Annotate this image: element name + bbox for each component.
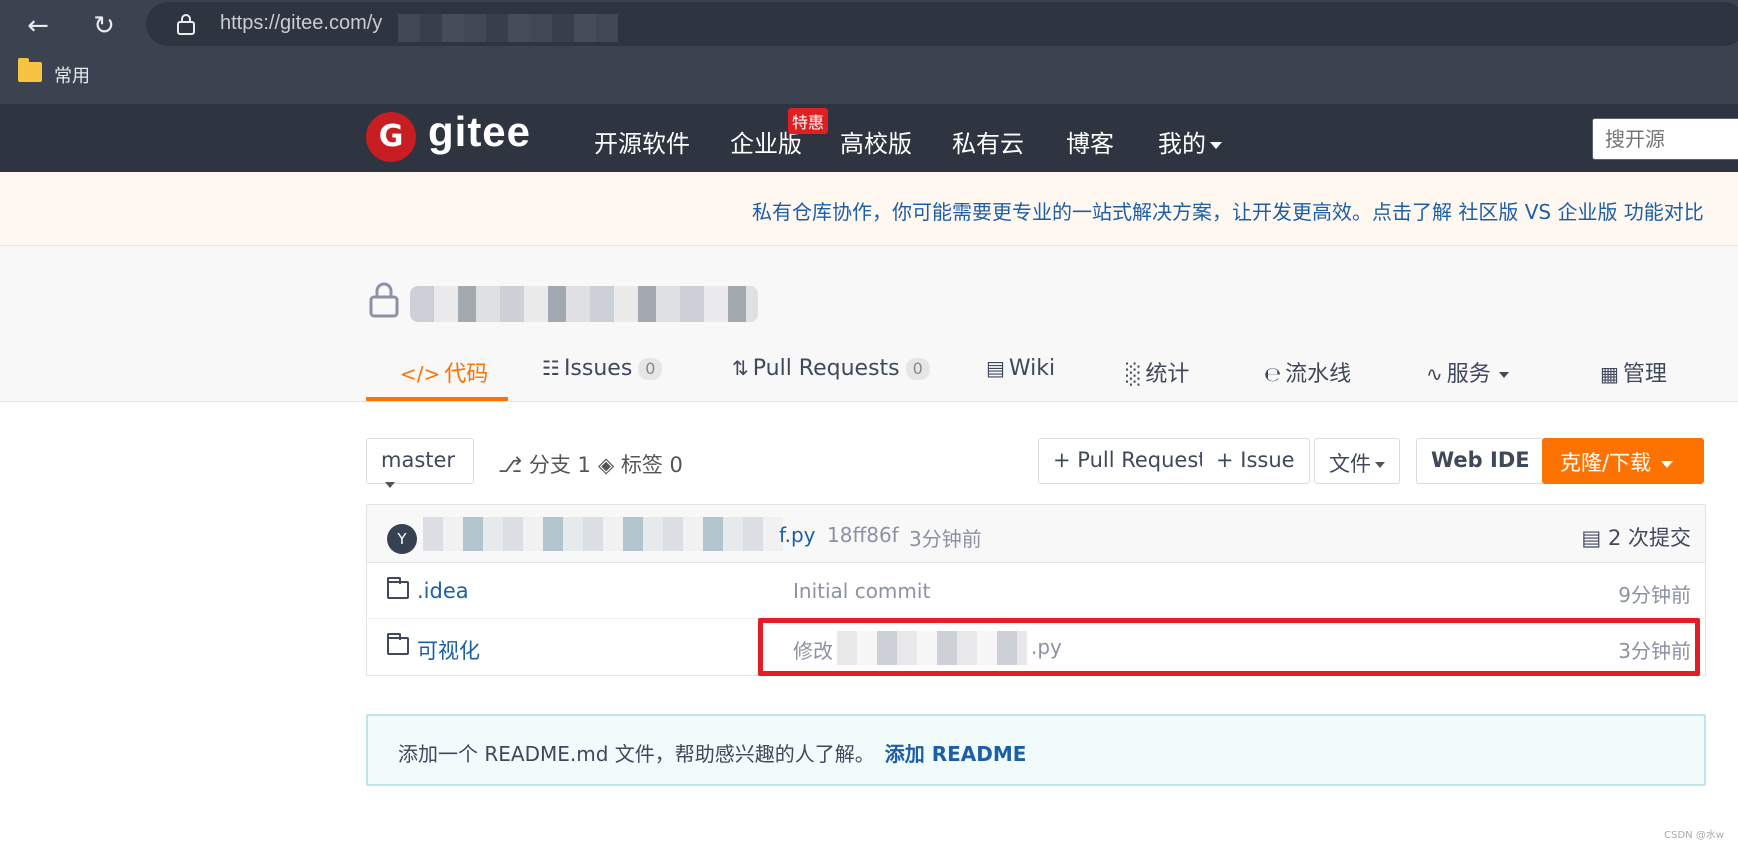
site-header: G gitee 开源软件 企业版 特惠 高校版 私有云 博客 我的 <box>0 104 1738 172</box>
browser-chrome: ← ↻ https://gitee.com/y 常用 <box>0 0 1738 104</box>
chevron-down-icon <box>385 482 395 488</box>
commit-count-label: 2 次提交 <box>1607 526 1691 550</box>
address-bar[interactable] <box>146 2 1738 46</box>
folder-icon <box>387 577 409 599</box>
branch-label: master <box>381 448 456 472</box>
branches-link[interactable]: ⎇ 分支 1 <box>498 449 591 479</box>
nav-education[interactable]: 高校版 <box>840 124 912 159</box>
chevron-down-icon <box>1210 141 1222 149</box>
commit-time: 3分钟前 <box>909 527 982 551</box>
url-text[interactable]: https://gitee.com/y <box>220 12 382 35</box>
folder-icon[interactable] <box>18 58 42 82</box>
tab-pull-requests[interactable]: ⇅ Pull Requests 0 <box>732 356 930 381</box>
repo-header: </> 代码 ☷ Issues 0 ⇅ Pull Requests 0 ▤ Wiki ░ 统计… <box>0 246 1738 402</box>
pull-request-icon: ⇅ <box>732 356 749 380</box>
tab-stats-label: 统计 <box>1145 362 1190 387</box>
tab-pipeline-label: 流水线 <box>1285 362 1352 387</box>
pr-count: 0 <box>905 358 930 380</box>
chevron-down-icon <box>1498 372 1509 378</box>
tag-icon: ◈ <box>598 453 621 477</box>
tab-wiki[interactable]: ▤ Wiki <box>986 356 1055 381</box>
file-menu-label: 文件 <box>1329 452 1371 476</box>
repo-name-redacted[interactable] <box>410 286 758 322</box>
latest-commit-bar: Y f.py 18ff86f 3分钟前 ▤ 2 次提交 <box>367 505 1705 563</box>
code-icon: </> <box>400 362 441 386</box>
file-time: 9分钟前 <box>1618 583 1691 607</box>
file-name-link[interactable]: .idea <box>417 579 469 603</box>
issues-icon: ☷ <box>542 356 560 380</box>
new-pull-request-button[interactable]: + Pull Request <box>1038 438 1222 484</box>
branches-label: 分支 1 <box>528 453 591 477</box>
tab-services-label: 服务 <box>1446 362 1491 387</box>
avatar[interactable]: Y <box>387 524 417 554</box>
tags-label: 标签 0 <box>620 453 683 477</box>
nav-mine[interactable]: 我的 <box>1158 124 1222 159</box>
url-redacted <box>398 14 618 42</box>
file-menu-button[interactable]: 文件 <box>1314 438 1400 484</box>
promo-banner: 私有仓库协作，你可能需要更专业的一站式解决方案，让开发更高效。点击了解 社区版 … <box>0 172 1738 246</box>
file-name-link[interactable]: 可视化 <box>417 635 480 665</box>
document-icon: ▦ <box>1600 362 1619 386</box>
tags-link[interactable]: ◈ 标签 0 <box>598 449 683 479</box>
nav-blog[interactable]: 博客 <box>1066 124 1114 159</box>
promo-badge: 特惠 <box>788 108 829 134</box>
bar-chart-icon: ░ <box>1126 362 1142 386</box>
commit-message-suffix[interactable]: f.py <box>779 523 815 547</box>
search-box[interactable] <box>1592 118 1738 160</box>
web-ide-button[interactable]: Web IDE <box>1416 438 1545 484</box>
private-lock-icon <box>369 282 399 318</box>
chevron-down-icon <box>1375 462 1385 468</box>
clone-download-button[interactable]: 克隆/下载 <box>1542 438 1704 484</box>
commits-icon: ▤ <box>1581 526 1608 550</box>
nav-mine-label: 我的 <box>1158 130 1206 158</box>
pulse-icon: ∿ <box>1426 362 1443 386</box>
nav-private-cloud[interactable]: 私有云 <box>952 124 1024 159</box>
nav-open-source[interactable]: 开源软件 <box>594 124 690 159</box>
commit-hash[interactable]: 18ff86f <box>827 523 899 547</box>
readme-hint-text: 添加一个 README.md 文件，帮助感兴趣的人了解。 添加 README <box>398 738 1026 767</box>
tab-issues-label: Issues <box>563 356 633 381</box>
gitee-logo-icon[interactable]: G <box>366 112 416 162</box>
tab-pipeline[interactable]: ℮ 流水线 <box>1264 356 1351 388</box>
search-input[interactable] <box>1593 119 1738 159</box>
commit-message-redacted[interactable] <box>423 517 783 551</box>
add-readme-link[interactable]: 添加 README <box>885 742 1027 766</box>
book-icon: ▤ <box>986 356 1005 380</box>
clone-label: 克隆/下载 <box>1560 451 1652 475</box>
tab-code[interactable]: </> 代码 <box>400 356 488 388</box>
tab-manage-label: 管理 <box>1622 362 1667 387</box>
table-row: .idea Initial commit 9分钟前 <box>367 563 1705 619</box>
new-issue-button[interactable]: + Issue <box>1202 438 1310 484</box>
folder-icon <box>387 633 409 655</box>
file-commit-message[interactable]: Initial commit <box>793 579 930 603</box>
issues-count: 0 <box>638 358 663 380</box>
tab-issues[interactable]: ☷ Issues 0 <box>542 356 663 381</box>
branch-icon: ⎇ <box>498 453 529 477</box>
active-tab-indicator <box>366 397 508 401</box>
bookmark-folder-label[interactable]: 常用 <box>54 62 90 88</box>
tab-wiki-label: Wiki <box>1008 356 1056 381</box>
back-icon[interactable]: ← <box>18 6 58 46</box>
chevron-down-icon <box>1661 460 1674 468</box>
readme-hint: 添加一个 README.md 文件，帮助感兴趣的人了解。 添加 README <box>366 714 1706 786</box>
branch-select[interactable]: master <box>366 438 474 488</box>
tab-stats[interactable]: ░ 统计 <box>1126 356 1189 388</box>
reload-icon[interactable]: ↻ <box>84 6 124 46</box>
tab-services[interactable]: ∿ 服务 <box>1426 356 1509 388</box>
tab-code-label: 代码 <box>444 362 489 387</box>
readme-hint-message: 添加一个 README.md 文件，帮助感兴趣的人了解。 <box>398 742 875 766</box>
commit-count-link[interactable]: ▤ 2 次提交 <box>1581 522 1691 552</box>
banner-text[interactable]: 私有仓库协作，你可能需要更专业的一站式解决方案，让开发更高效。点击了解 社区版 … <box>752 196 1704 225</box>
pipeline-icon: ℮ <box>1264 362 1282 386</box>
red-highlight-annotation <box>758 618 1700 676</box>
tab-manage[interactable]: ▦ 管理 <box>1600 356 1667 388</box>
logo-text[interactable]: gitee <box>428 108 531 156</box>
lock-icon <box>177 14 195 35</box>
tab-pr-label: Pull Requests <box>752 356 900 381</box>
watermark: CSDN @水w <box>1664 830 1724 841</box>
